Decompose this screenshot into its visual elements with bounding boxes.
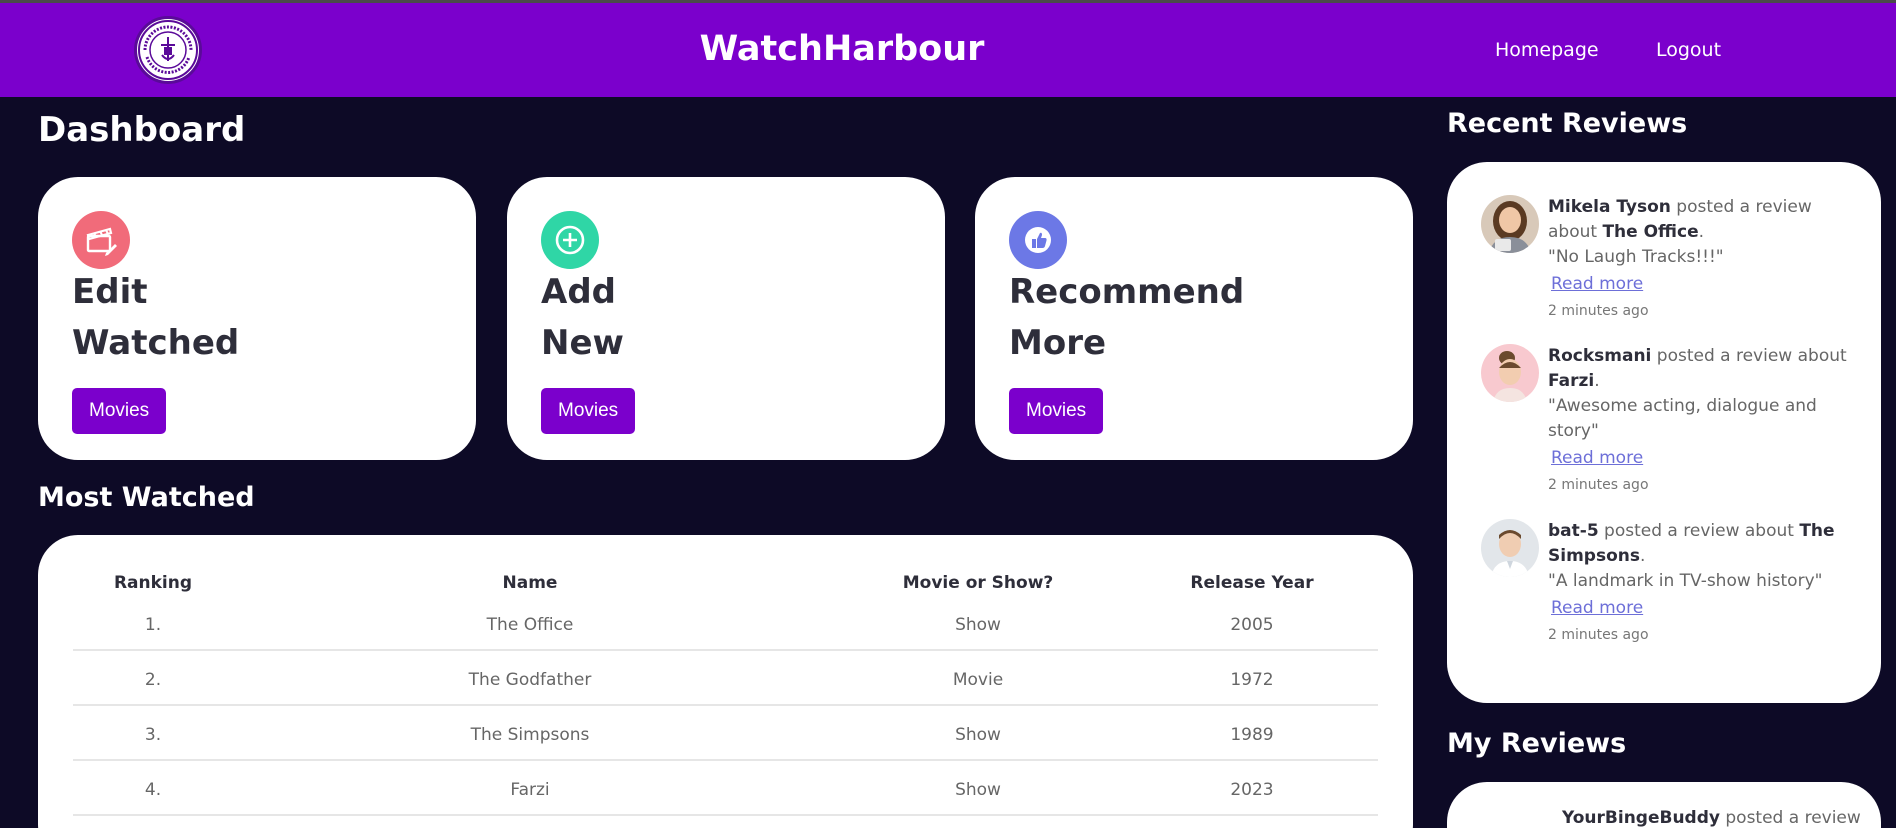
card-title-line1: Add [541,272,616,312]
avatar[interactable] [1481,344,1539,402]
card-title-line2: Watched [72,323,240,363]
most-watched-table: Ranking Name Movie or Show? Release Year… [38,535,1413,828]
review-item: bat-5 posted a review about The Simpsons… [1548,519,1848,648]
row-divider [73,704,1378,706]
review-item: Mikela Tyson posted a review about The O… [1548,195,1848,324]
my-reviews-panel: YourBingeBuddy posted a review [1447,782,1881,828]
review-verb: posted a review about [1598,521,1800,541]
review-verb: posted a review about [1651,346,1847,366]
add-new-movies-button[interactable]: Movies [541,388,636,434]
dashboard-title: Dashboard [38,110,246,150]
table-cell-ranking: 1. [144,615,162,635]
table-cell-type: Show [955,725,1001,745]
review-user[interactable]: bat-5 [1548,521,1599,541]
review-timestamp: 2 minutes ago [1548,303,1649,319]
recent-reviews-panel: Mikela Tyson posted a review about The O… [1447,162,1881,703]
read-more-link[interactable]: Read more [1551,596,1848,621]
card-title-line1: Recommend [1009,272,1245,312]
review-item: YourBingeBuddy posted a review [1562,808,1861,828]
review-quote: "Awesome acting, dialogue and story" [1548,396,1817,441]
review-user[interactable]: Mikela Tyson [1548,197,1671,217]
thumbs-up-icon [1009,211,1067,269]
table-cell-year: 1989 [1230,725,1274,745]
review-quote: "A landmark in TV-show history" [1548,571,1823,591]
plus-circle-icon [541,211,599,269]
recommend-more-card: Recommend More Movies [975,177,1413,460]
table-cell-type: Show [955,615,1001,635]
review-user[interactable]: Rocksmani [1548,346,1651,366]
table-cell-year: 2023 [1230,780,1274,800]
table-cell-name: Farzi [510,780,550,800]
row-divider [73,814,1378,816]
brand-title: WatchHarbour [699,29,985,69]
review-user[interactable]: YourBingeBuddy [1562,808,1720,828]
table-cell-name: The Simpsons [470,725,590,745]
review-title[interactable]: Farzi [1548,371,1594,391]
column-header-name: Name [502,573,558,593]
table-cell-year: 2005 [1230,615,1274,635]
review-item: Rocksmani posted a review about Farzi. "… [1548,344,1848,498]
table-cell-ranking: 4. [144,780,162,800]
review-title[interactable]: The Office [1602,222,1698,242]
read-more-link[interactable]: Read more [1551,446,1848,471]
nav-logout-link[interactable]: Logout [1656,39,1721,61]
row-divider [73,649,1378,651]
row-divider [73,759,1378,761]
edit-watched-movies-button[interactable]: Movies [72,388,167,434]
table-cell-type: Show [955,780,1001,800]
table-cell-name: The Office [486,615,574,635]
card-title-line2: New [541,323,624,363]
table-cell-year: 1972 [1230,670,1274,690]
top-navbar: WatchHarbour Homepage Logout [0,3,1896,97]
avatar[interactable] [1481,519,1539,577]
column-header-release-year: Release Year [1190,573,1314,593]
add-new-card: Add New Movies [507,177,945,460]
column-header-ranking: Ranking [113,573,193,593]
edit-watched-card: Edit Watched Movies [38,177,476,460]
my-reviews-title: My Reviews [1447,728,1627,759]
read-more-link[interactable]: Read more [1551,272,1848,297]
recommend-more-movies-button[interactable]: Movies [1009,388,1104,434]
table-cell-name: The Godfather [468,670,592,690]
avatar[interactable] [1481,195,1539,253]
clapperboard-edit-icon [72,211,130,269]
table-cell-type: Movie [952,670,1004,690]
table-cell-ranking: 3. [144,725,162,745]
table-cell-ranking: 2. [144,670,162,690]
column-header-type: Movie or Show? [902,573,1054,593]
recent-reviews-title: Recent Reviews [1447,108,1688,139]
card-title-line1: Edit [72,272,148,312]
nav-homepage-link[interactable]: Homepage [1495,39,1599,61]
review-timestamp: 2 minutes ago [1548,477,1649,493]
review-verb: posted a review [1719,808,1861,828]
review-timestamp: 2 minutes ago [1548,627,1649,643]
review-quote: "No Laugh Tracks!!!" [1548,247,1724,267]
most-watched-title: Most Watched [38,482,255,513]
card-title-line2: More [1009,323,1107,363]
